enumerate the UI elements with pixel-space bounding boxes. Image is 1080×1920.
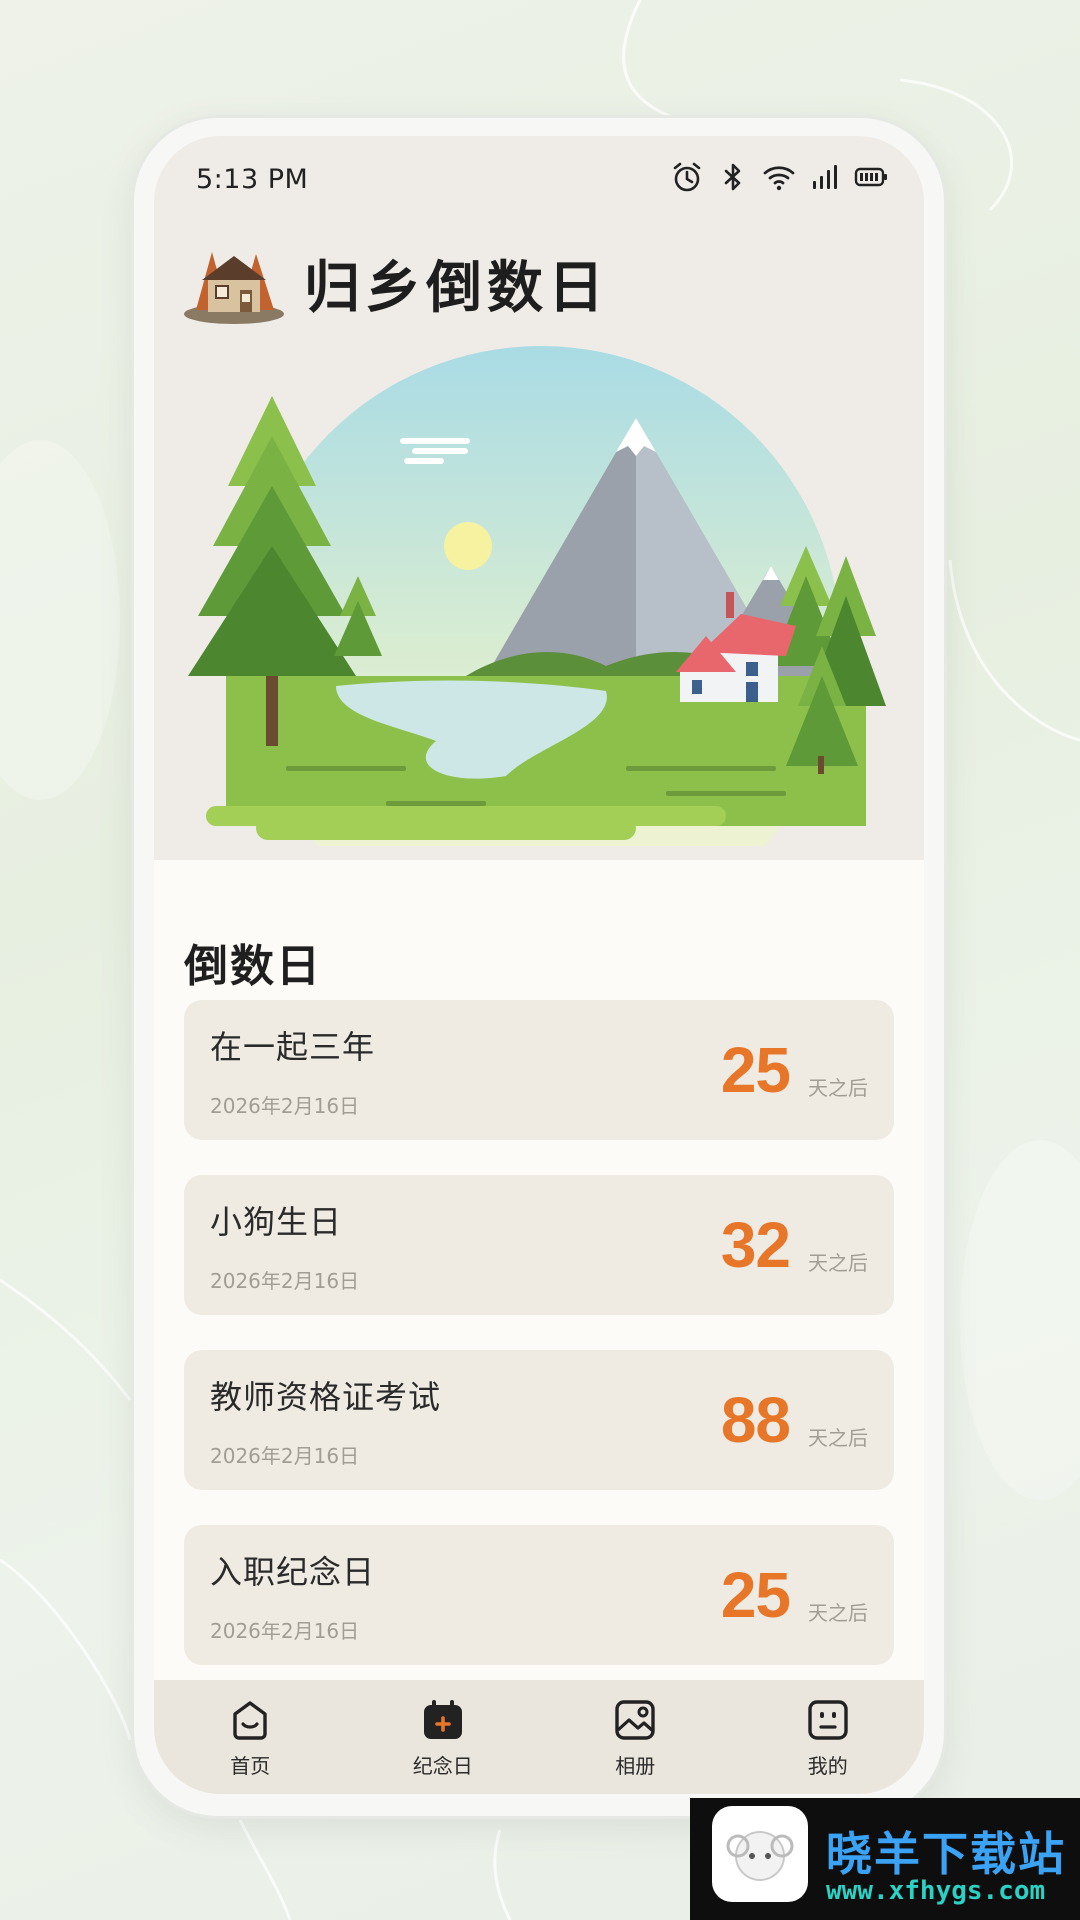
tab-home[interactable]: 首页 [154, 1680, 347, 1794]
calendar-add-icon [419, 1696, 467, 1744]
countdown-card[interactable]: 教师资格证考试 2026年2月16日 88 天之后 [184, 1350, 894, 1490]
wifi-icon [762, 160, 796, 194]
days-count: 32 [720, 1209, 791, 1281]
app-screen: 5:13 PM 归乡倒数日 倒数日 在一起三年 2026年2月16日 25 天之… [154, 136, 924, 1794]
event-date: 2026年2月16日 [210, 1094, 360, 1118]
tab-anniversary[interactable]: 纪念日 [347, 1680, 540, 1794]
watermark-url: www.xfhygs.com [826, 1876, 1046, 1906]
tab-profile[interactable]: 我的 [732, 1680, 925, 1794]
days-suffix: 天之后 [808, 1426, 868, 1450]
days-count: 25 [720, 1559, 791, 1631]
watermark-title: 晓羊下载站 [826, 1827, 1066, 1881]
days-suffix: 天之后 [808, 1076, 868, 1100]
landscape-illustration [186, 346, 896, 846]
tab-profile-label: 我的 [807, 1754, 848, 1778]
tab-album-label: 相册 [615, 1754, 656, 1778]
days-count: 88 [720, 1384, 791, 1456]
site-watermark: 晓羊下载站 www.xfhygs.com [690, 1798, 1080, 1920]
event-title: 教师资格证考试 [210, 1378, 442, 1416]
days-suffix: 天之后 [808, 1601, 868, 1625]
house-logo-icon [182, 240, 290, 326]
event-title: 小狗生日 [210, 1203, 343, 1241]
profile-face-icon [804, 1696, 852, 1744]
event-title: 在一起三年 [210, 1028, 376, 1066]
countdown-section: 倒数日 在一起三年 2026年2月16日 25 天之后 小狗生日 2026年2月… [154, 860, 924, 1680]
event-date: 2026年2月16日 [210, 1619, 360, 1643]
event-title: 入职纪念日 [210, 1553, 376, 1591]
event-date: 2026年2月16日 [210, 1444, 360, 1468]
countdown-card[interactable]: 在一起三年 2026年2月16日 25 天之后 [184, 1000, 894, 1140]
status-icons [670, 160, 888, 194]
section-title: 倒数日 [184, 941, 322, 992]
status-time: 5:13 PM [196, 164, 309, 195]
hero-area: 5:13 PM 归乡倒数日 [154, 136, 924, 860]
battery-icon [854, 160, 888, 194]
countdown-card[interactable]: 小狗生日 2026年2月16日 32 天之后 [184, 1175, 894, 1315]
bottom-tab-bar: 首页 纪念日 相册 我的 [154, 1680, 924, 1794]
app-title: 归乡倒数日 [304, 255, 609, 321]
tab-album[interactable]: 相册 [539, 1680, 732, 1794]
photo-icon [611, 1696, 659, 1744]
alarm-icon [670, 160, 704, 194]
home-face-icon [226, 1696, 274, 1744]
sheep-logo-icon [712, 1806, 808, 1902]
phone-frame: 5:13 PM 归乡倒数日 倒数日 在一起三年 2026年2月16日 25 天之… [134, 118, 944, 1816]
signal-icon [808, 160, 842, 194]
days-suffix: 天之后 [808, 1251, 868, 1275]
days-count: 25 [720, 1034, 791, 1106]
app-header: 归乡倒数日 [182, 240, 609, 326]
status-bar: 5:13 PM [154, 136, 924, 216]
event-date: 2026年2月16日 [210, 1269, 360, 1293]
tab-home-label: 首页 [230, 1754, 271, 1778]
countdown-card[interactable]: 入职纪念日 2026年2月16日 25 天之后 [184, 1525, 894, 1665]
tab-anniversary-label: 纪念日 [412, 1754, 473, 1778]
bluetooth-icon [716, 160, 750, 194]
